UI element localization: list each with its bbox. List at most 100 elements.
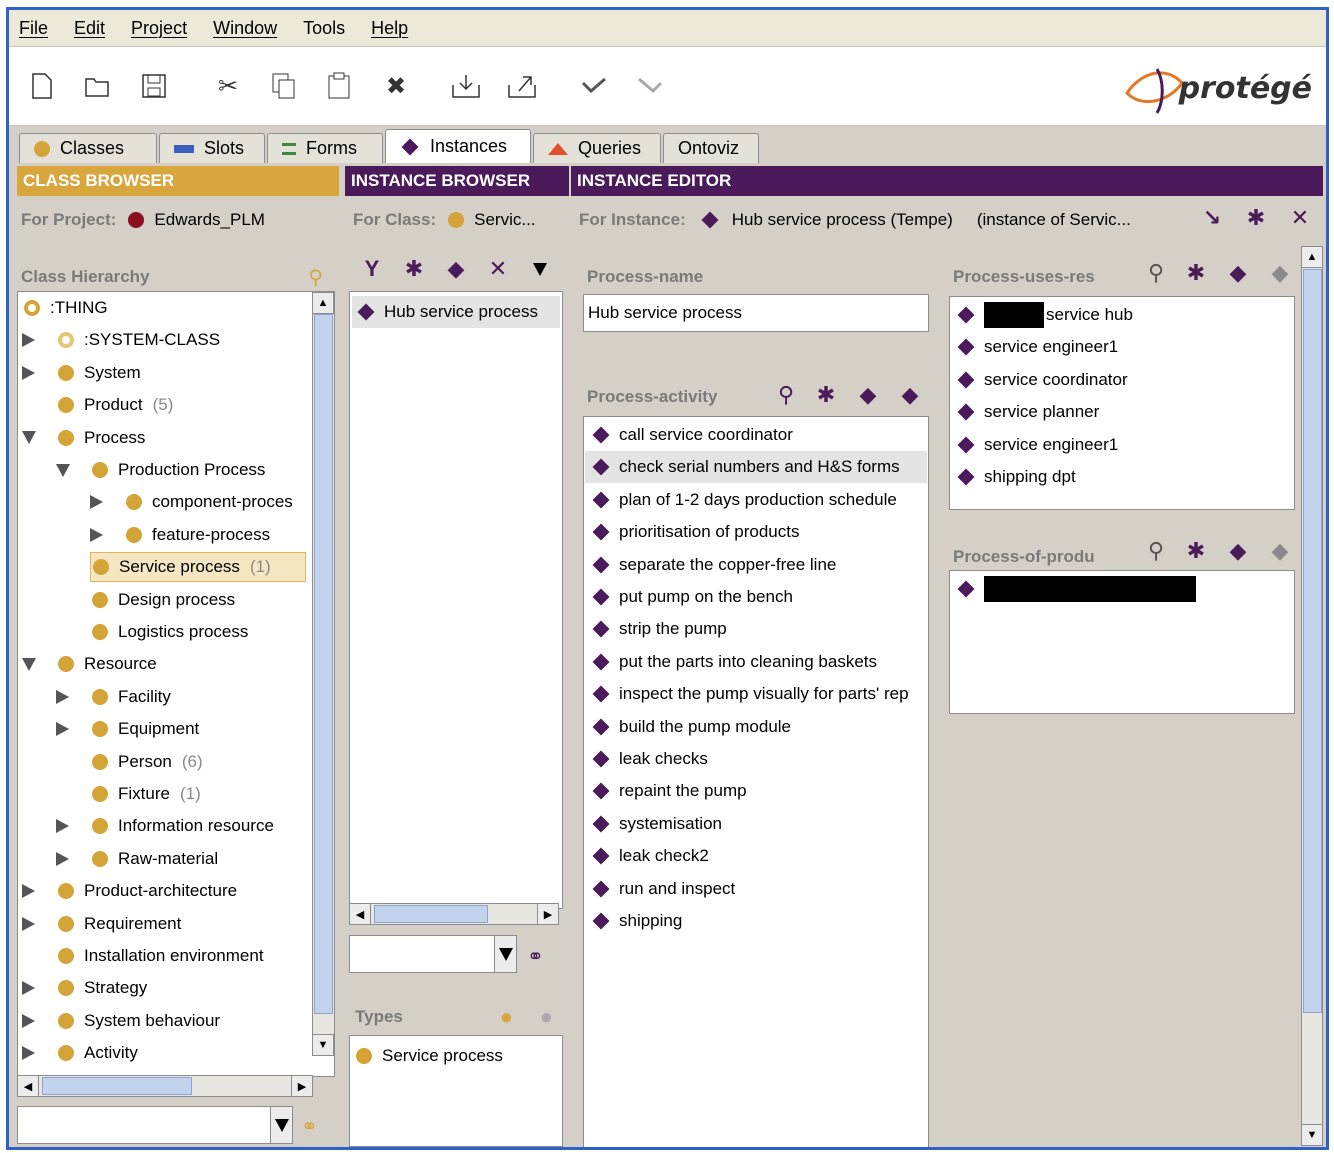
close-icon[interactable]: ✕ xyxy=(1285,203,1315,233)
scroll-thumb[interactable] xyxy=(314,314,333,1014)
collapsed-arrow-icon[interactable] xyxy=(22,916,56,931)
tab-classes[interactable]: Classes xyxy=(19,133,157,163)
instance-menu-icon[interactable] xyxy=(525,254,555,284)
create-resource-icon[interactable]: ✱ xyxy=(1181,258,1211,288)
list-item[interactable]: put pump on the bench xyxy=(585,581,927,613)
tree-node[interactable]: Service process (1) xyxy=(56,551,306,583)
list-item[interactable]: shipping xyxy=(585,905,927,937)
scroll-right-button[interactable]: ▶ xyxy=(291,1075,313,1097)
list-item[interactable]: plan of 1-2 days production schedule xyxy=(585,484,927,516)
add-product-icon[interactable]: ◆ xyxy=(1223,536,1253,566)
undo-icon[interactable] xyxy=(577,69,611,103)
tree-node[interactable]: Design process xyxy=(56,584,241,616)
list-item[interactable]: service coordinator xyxy=(956,364,1128,396)
paste-icon[interactable] xyxy=(323,69,357,103)
tree-node[interactable]: Equipment xyxy=(56,713,205,745)
collapsed-arrow-icon[interactable] xyxy=(56,689,90,704)
process-name-field[interactable]: Hub service process xyxy=(583,294,929,332)
scroll-up-button[interactable]: ▲ xyxy=(1301,246,1323,268)
menu-tools[interactable]: Tools xyxy=(303,18,345,39)
expanded-arrow-icon[interactable] xyxy=(22,431,56,445)
list-item[interactable]: put the parts into cleaning baskets xyxy=(585,646,927,678)
copy-icon[interactable] xyxy=(267,69,301,103)
scroll-left-button[interactable]: ◀ xyxy=(349,903,371,925)
expanded-arrow-icon[interactable] xyxy=(56,463,90,477)
menu-file[interactable]: File xyxy=(19,18,48,39)
tree-node[interactable]: Installation environment xyxy=(22,940,270,972)
collapsed-arrow-icon[interactable] xyxy=(90,495,124,510)
menu-window[interactable]: Window xyxy=(213,18,277,39)
list-item[interactable]: Service process xyxy=(356,1040,503,1072)
scroll-down-button[interactable]: ▼ xyxy=(312,1034,334,1056)
create-instance-icon[interactable]: ✱ xyxy=(399,254,429,284)
list-item[interactable]: leak check2 xyxy=(585,840,927,872)
collapsed-arrow-icon[interactable] xyxy=(22,1046,56,1061)
find-product-icon[interactable]: ⚲ xyxy=(1141,536,1171,566)
open-folder-icon[interactable] xyxy=(81,69,115,103)
tree-node[interactable]: Information resource xyxy=(56,810,280,842)
editor-vscroll[interactable]: ▲ ▼ xyxy=(1301,246,1323,1146)
tree-node[interactable]: Product (5) xyxy=(22,389,179,421)
menu-help[interactable]: Help xyxy=(371,18,408,39)
collapsed-arrow-icon[interactable] xyxy=(22,365,56,380)
find-resource-icon[interactable]: ⚲ xyxy=(1141,258,1171,288)
remove-activity-icon[interactable]: ◆ xyxy=(895,380,925,410)
hscroll-thumb[interactable] xyxy=(42,1077,192,1095)
add-activity-icon[interactable]: ◆ xyxy=(853,380,883,410)
list-item[interactable]: check serial numbers and H&S forms xyxy=(585,451,927,484)
tree-node[interactable]: :SYSTEM-CLASS xyxy=(22,324,226,356)
tab-slots[interactable]: Slots xyxy=(159,133,265,163)
edit-instance-icon[interactable]: ↘ xyxy=(1197,203,1227,233)
find-class-icon[interactable]: ⚲ xyxy=(308,265,323,290)
list-item[interactable]: service planner xyxy=(956,396,1099,428)
collapsed-arrow-icon[interactable] xyxy=(22,1013,56,1028)
delete-instance-icon[interactable]: ✕ xyxy=(483,254,513,284)
create-product-icon[interactable]: ✱ xyxy=(1181,536,1211,566)
redo-icon[interactable] xyxy=(633,69,667,103)
tab-instances[interactable]: Instances xyxy=(385,129,531,163)
list-item[interactable]: repaint the pump xyxy=(585,775,927,807)
tree-node[interactable]: Strategy xyxy=(22,972,153,1004)
save-icon[interactable] xyxy=(137,69,171,103)
class-tree-vscroll[interactable]: ▲ ▼ xyxy=(312,292,334,1056)
hscroll-thumb[interactable] xyxy=(374,905,488,923)
class-tree-hscroll[interactable]: ◀ ▶ xyxy=(17,1075,313,1097)
collapsed-arrow-icon[interactable] xyxy=(22,884,56,899)
tree-node[interactable]: Fixture (1) xyxy=(56,778,207,810)
menu-project[interactable]: Project xyxy=(131,18,187,39)
list-item[interactable]: service hub xyxy=(956,299,1133,331)
tree-node[interactable]: Raw-material xyxy=(56,843,224,875)
search-binoculars-icon[interactable]: ⚭ xyxy=(301,1114,318,1139)
tab-queries[interactable]: Queries xyxy=(533,133,661,163)
scroll-down-button[interactable]: ▼ xyxy=(1301,1124,1323,1146)
tab-forms[interactable]: Forms xyxy=(267,133,383,163)
menu-edit[interactable]: Edit xyxy=(74,18,105,39)
scroll-left-button[interactable]: ◀ xyxy=(17,1075,39,1097)
search-binoculars-icon[interactable]: ⚭ xyxy=(527,944,544,969)
tree-node[interactable]: System behaviour xyxy=(22,1005,226,1037)
configure-icon[interactable]: ✱ xyxy=(1241,203,1271,233)
tree-node[interactable]: Facility xyxy=(56,681,177,713)
remove-type-icon[interactable]: ● xyxy=(540,1004,553,1030)
list-item[interactable]: separate the copper-free line xyxy=(585,549,927,581)
remove-product-icon[interactable]: ◆ xyxy=(1265,536,1295,566)
tree-node[interactable]: Resource xyxy=(22,648,163,680)
tree-node[interactable]: :THING xyxy=(22,292,114,324)
tab-ontoviz[interactable]: Ontoviz xyxy=(663,133,759,163)
list-item[interactable]: build the pump module xyxy=(585,711,927,743)
list-item[interactable] xyxy=(956,573,1196,605)
import-icon[interactable] xyxy=(449,69,483,103)
tree-node[interactable]: System xyxy=(22,357,147,389)
cut-icon[interactable]: ✂ xyxy=(211,69,245,103)
tree-node[interactable]: Production Process xyxy=(56,454,271,486)
tree-node[interactable]: component-proces xyxy=(90,486,299,518)
scroll-thumb[interactable] xyxy=(1303,269,1322,1013)
add-resource-icon[interactable]: ◆ xyxy=(1223,258,1253,288)
class-search-combo[interactable] xyxy=(17,1106,293,1144)
tree-node[interactable]: Logistics process xyxy=(56,616,254,648)
tree-node[interactable]: Requirement xyxy=(22,908,187,940)
view-instance-icon[interactable]: Y xyxy=(357,254,387,284)
tree-node[interactable]: Person (6) xyxy=(56,746,209,778)
list-item[interactable]: systemisation xyxy=(585,808,927,840)
collapsed-arrow-icon[interactable] xyxy=(22,981,56,996)
